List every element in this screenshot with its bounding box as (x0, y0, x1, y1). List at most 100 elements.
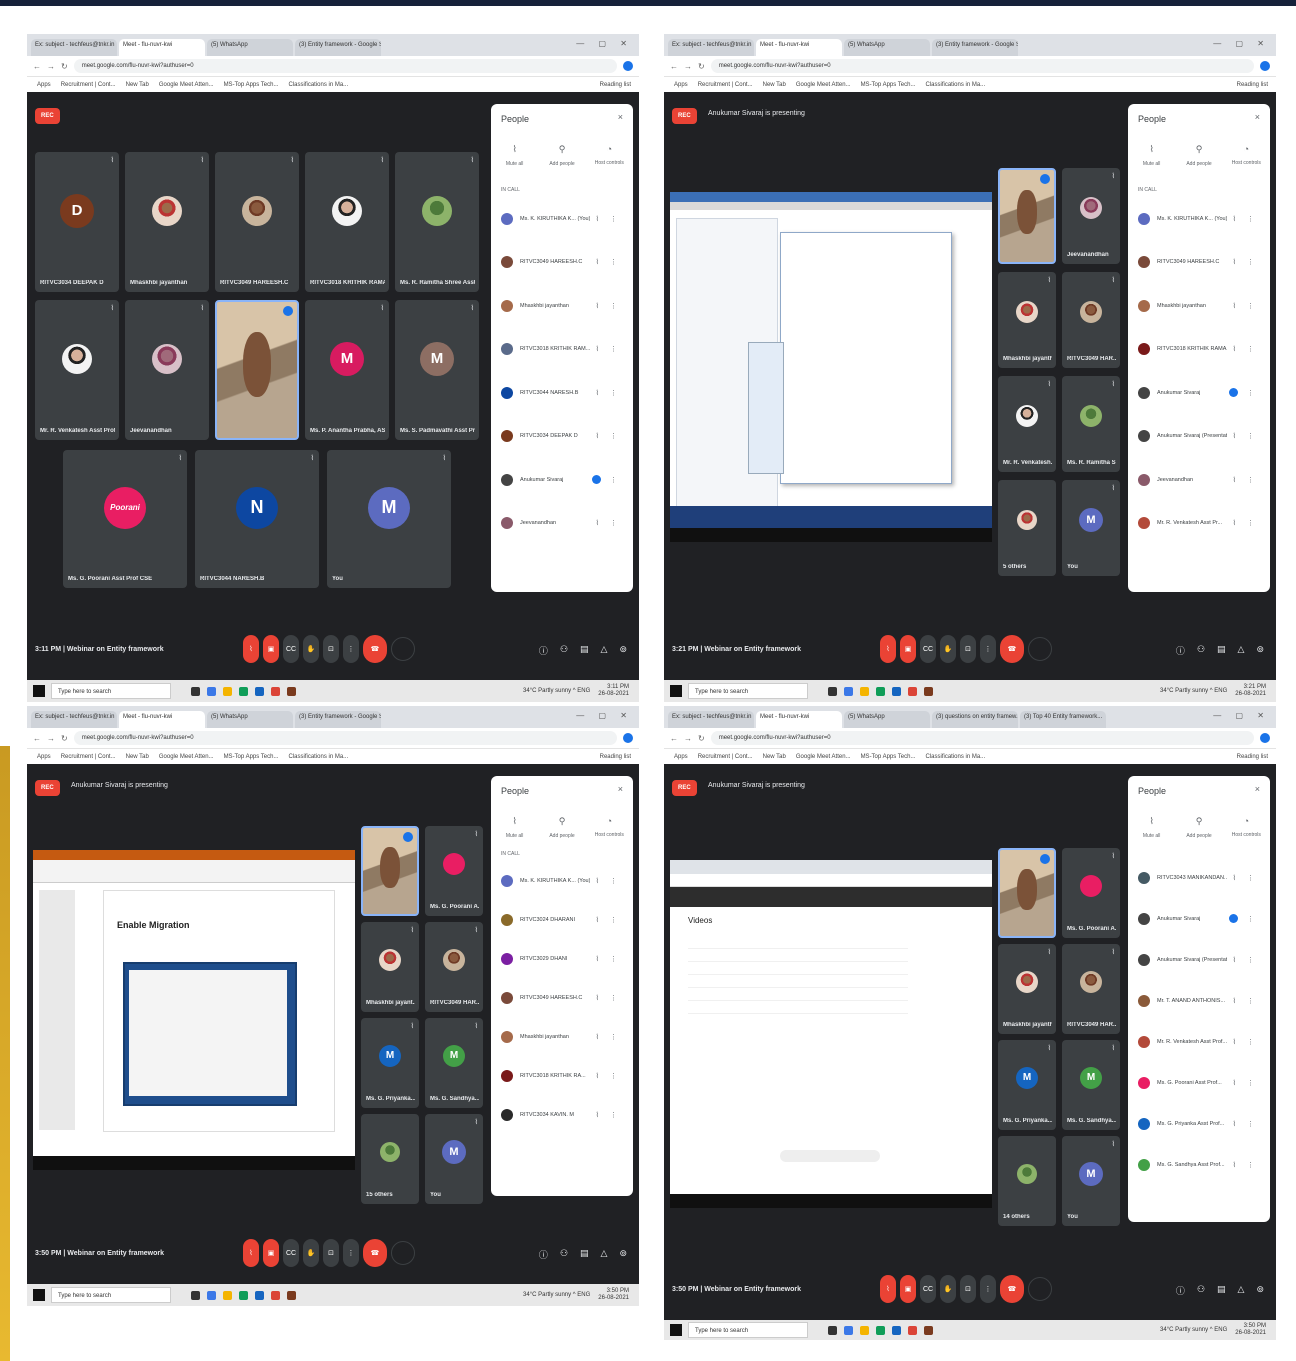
taskbar-clock[interactable]: 3:50 PM 26-08-2021 (1235, 1323, 1266, 1337)
raise-hand-button[interactable]: ✋ (303, 635, 319, 663)
browser-tab[interactable]: (3) Entity framework - Google Sear... (295, 39, 381, 56)
participant-tile[interactable]: ⌇ Mhaskhbi jayanthan (125, 152, 209, 292)
reading-list[interactable]: Reading list (600, 82, 631, 88)
more-icon[interactable]: ⋮ (610, 994, 617, 1002)
bookmark[interactable]: Classifications in Ma... (925, 754, 985, 760)
people-row[interactable]: Ms. K. KIRUTHIKA K... (You) ⌇ ⋮ (1128, 197, 1270, 241)
participant-tile[interactable]: ⌇ Ms. R. Ramitha S... (1062, 376, 1120, 472)
system-tray[interactable]: 34°C Partly sunny ^ ENG (523, 688, 590, 694)
store-icon[interactable] (876, 686, 885, 696)
more-options-button[interactable]: ⋮ (980, 1275, 996, 1303)
bookmark[interactable]: Google Meet Atten... (159, 754, 214, 760)
info-icon[interactable]: ⓘ (1176, 1284, 1185, 1297)
participant-tile[interactable]: ⌇ Ms. G. Poorani A... (1062, 848, 1120, 938)
more-icon[interactable]: ⋮ (610, 258, 617, 266)
participant-tile[interactable]: ⌇ Mhaskhbi jayanth... (998, 272, 1056, 368)
host-controls-button[interactable]: ◔ Host controls (1226, 816, 1266, 839)
reload-icon[interactable]: ↻ (698, 734, 705, 743)
people-row[interactable]: Anukumar Sivaraj (Presentation)⌇⋮ (1128, 939, 1270, 980)
store-icon[interactable] (876, 1325, 885, 1335)
chat-icon[interactable]: ▤ (580, 1248, 589, 1261)
people-row[interactable]: RITVC3018 KRITHIK RA... ⌇ ⋮ (491, 1056, 633, 1095)
people-row[interactable]: Ms. G. Poorani Asst Prof... ⌇ ⋮ (1128, 1062, 1270, 1103)
edge-icon[interactable] (207, 686, 216, 696)
people-row[interactable]: Jeevanandhan ⌇ ⋮ (491, 502, 633, 546)
browser-tab[interactable]: Ex: subject - techfeus@tnkr.in (668, 39, 754, 56)
more-icon[interactable]: ⋮ (1247, 997, 1254, 1005)
mic-off-icon[interactable]: ⌇ (1233, 1161, 1236, 1169)
others-tile[interactable]: 5 others (998, 480, 1056, 576)
participant-tile[interactable]: ⌇ Ms. G. Poorani A... (425, 826, 483, 916)
people-row[interactable]: Mhaskhbi jayanthan ⌇ ⋮ (491, 284, 633, 328)
people-row[interactable]: Anukumar Sivaraj (Presentation)⌇⋮ (1128, 415, 1270, 459)
raise-hand-button[interactable]: ✋ (303, 1239, 319, 1267)
participant-tile[interactable]: ⌇ M You (1062, 1136, 1120, 1226)
camera-off-button[interactable]: ▣ (263, 1239, 279, 1267)
taskbar-clock[interactable]: 3:21 PM 26-08-2021 (1235, 684, 1266, 698)
mic-off-icon[interactable]: ⌇ (1233, 874, 1236, 882)
bookmark[interactable]: New Tab (126, 82, 149, 88)
more-icon[interactable]: ⋮ (1247, 476, 1254, 484)
people-row[interactable]: RITVC3043 MANIKANDAN... ⌇ ⋮ (1128, 857, 1270, 898)
info-icon[interactable]: ⓘ (539, 1248, 548, 1261)
participant-tile[interactable]: ⌇ M Ms. S. Padmavathi Asst Pro... (395, 300, 479, 440)
mic-off-button[interactable]: ⌇ (880, 1275, 896, 1303)
more-icon[interactable]: ⋮ (1247, 1038, 1254, 1046)
reload-icon[interactable]: ↻ (698, 62, 705, 71)
activities-icon[interactable]: △ (601, 644, 608, 657)
chat-icon[interactable]: ▤ (1217, 1284, 1226, 1297)
leave-call-button[interactable]: ☎ (363, 635, 387, 663)
bookmark[interactable]: New Tab (763, 82, 786, 88)
store-icon[interactable] (239, 686, 248, 696)
bookmark[interactable]: Google Meet Atten... (796, 82, 851, 88)
mail-icon[interactable] (255, 1290, 264, 1300)
present-button[interactable]: ⊡ (960, 1275, 976, 1303)
extra-control[interactable] (1028, 637, 1052, 661)
mic-off-icon[interactable]: ⌇ (596, 302, 599, 310)
url-field[interactable]: meet.google.com/flu-nuvr-kwi?authuser=0 (710, 731, 1254, 745)
task-view-icon[interactable] (828, 1325, 837, 1335)
host-controls-button[interactable]: ◔ Host controls (589, 816, 629, 839)
camera-off-button[interactable]: ▣ (263, 635, 279, 663)
people-icon[interactable]: ⚇ (560, 644, 568, 657)
bookmark[interactable]: Classifications in Ma... (288, 82, 348, 88)
mic-off-icon[interactable]: ⌇ (596, 389, 599, 397)
browser-tab[interactable]: (3) questions on entity framew... (932, 711, 1018, 728)
bookmark[interactable]: Classifications in Ma... (925, 82, 985, 88)
mic-off-icon[interactable]: ⌇ (1233, 345, 1236, 353)
extra-control[interactable] (391, 1241, 415, 1265)
mail-icon[interactable] (892, 686, 901, 696)
participant-tile[interactable]: ⌇ Poorani Ms. G. Poorani Asst Prof CSE (63, 450, 187, 588)
more-icon[interactable]: ⋮ (1247, 915, 1254, 923)
mic-off-icon[interactable]: ⌇ (1233, 519, 1236, 527)
participant-tile[interactable]: ⌇ RITVC3049 HAREESH.C (215, 152, 299, 292)
taskbar-search[interactable]: Type here to search (688, 1322, 808, 1338)
activities-icon[interactable]: △ (601, 1248, 608, 1261)
mic-off-icon[interactable]: ⌇ (596, 215, 599, 223)
browser-tab-active[interactable]: Meet - flu-nuvr-kwi (756, 711, 842, 728)
more-options-button[interactable]: ⋮ (343, 1239, 359, 1267)
participant-tile[interactable]: ⌇ M Ms. G. Priyanka... (361, 1018, 419, 1108)
mic-off-icon[interactable]: ⌇ (596, 1033, 599, 1041)
more-icon[interactable]: ⋮ (1247, 432, 1254, 440)
people-row[interactable]: Mr. T. ANAND ANTHONIS... ⌇ ⋮ (1128, 980, 1270, 1021)
windows-start-icon[interactable] (670, 1324, 682, 1336)
mic-off-icon[interactable]: ⌇ (1233, 302, 1236, 310)
browser-tab[interactable]: Ex: subject - techfeus@tnkr.in (31, 711, 117, 728)
more-icon[interactable]: ⋮ (610, 215, 617, 223)
browser-tab[interactable]: Ex: subject - techfeus@tnkr.in (31, 39, 117, 56)
self-video-tile[interactable] (998, 168, 1056, 264)
activities-icon[interactable]: △ (1238, 644, 1245, 657)
more-icon[interactable]: ⋮ (1247, 215, 1254, 223)
add-people-button[interactable]: ⚲ Add people (542, 144, 582, 167)
window-controls[interactable]: — ▢ ✕ (1213, 711, 1270, 720)
add-people-button[interactable]: ⚲ Add people (542, 816, 582, 839)
back-icon[interactable]: ← (33, 734, 41, 743)
captions-button[interactable]: CC (283, 1239, 299, 1267)
more-icon[interactable]: ⋮ (1247, 389, 1254, 397)
people-row[interactable]: Jeevanandhan ⌇ ⋮ (1128, 458, 1270, 502)
people-row[interactable]: Ms. G. Priyanka Asst Prof... ⌇ ⋮ (1128, 1103, 1270, 1144)
browser-tab[interactable]: (3) Top 40 Entity framework... (1020, 711, 1106, 728)
participant-tile[interactable]: ⌇ RITVC3049 HAR... (1062, 272, 1120, 368)
more-icon[interactable]: ⋮ (610, 519, 617, 527)
